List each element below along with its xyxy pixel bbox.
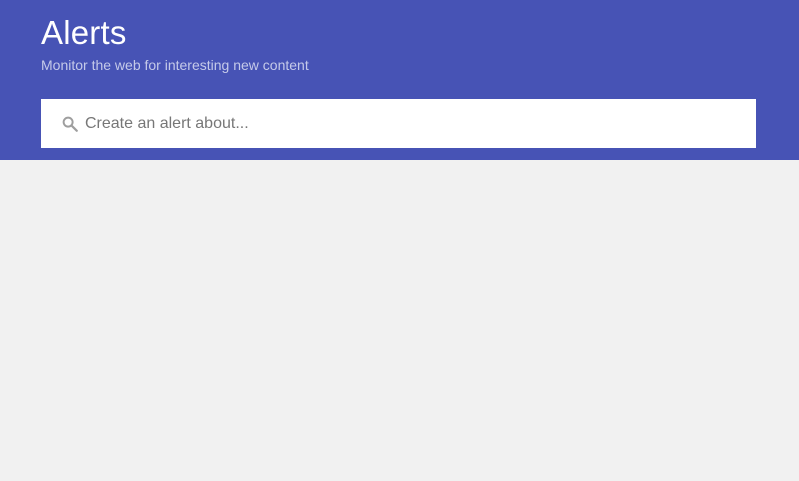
page-subtitle: Monitor the web for interesting new cont…	[41, 57, 309, 73]
search-icon	[61, 115, 79, 133]
create-alert-input[interactable]	[85, 99, 745, 148]
alerts-header: Alerts Monitor the web for interesting n…	[0, 0, 799, 160]
search-icon-graphic	[62, 116, 78, 132]
page-title: Alerts	[41, 14, 127, 51]
create-alert-search-box[interactable]	[41, 99, 756, 148]
alerts-content-area	[0, 160, 799, 481]
